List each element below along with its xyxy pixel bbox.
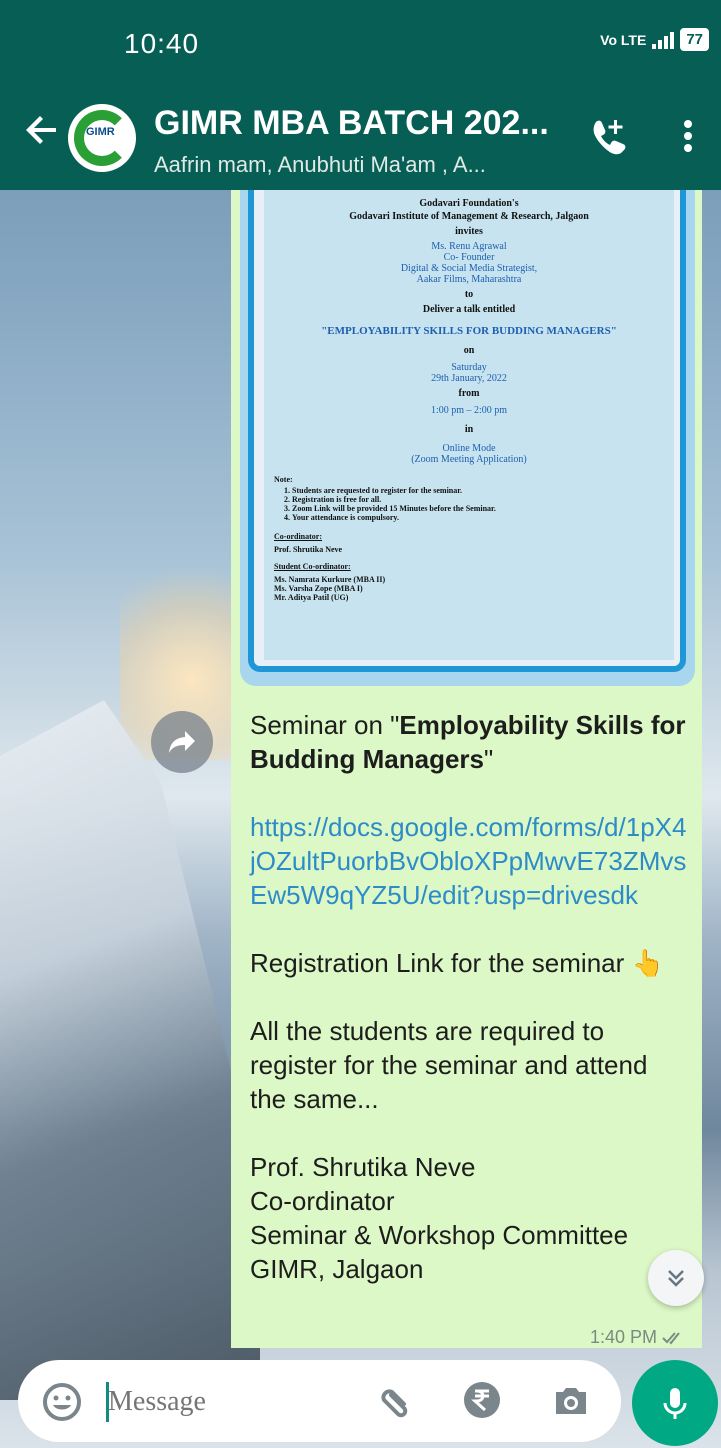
status-bar: 10:40 Vo LTE 77 <box>0 0 721 92</box>
camera-icon[interactable] <box>548 1378 594 1424</box>
emoji-icon[interactable] <box>40 1380 84 1424</box>
poster-note: Registration is free for all. <box>292 495 664 504</box>
poster-org: Godavari Foundation's <box>419 198 519 209</box>
poster-day: Saturday <box>451 362 487 373</box>
double-check-icon <box>662 1332 680 1345</box>
signature-place: GIMR, Jalgaon <box>250 1254 424 1284</box>
back-arrow-icon[interactable] <box>22 110 62 150</box>
poster-speaker-org: Aakar Films, Maharashtra <box>416 274 522 285</box>
message-text: Seminar on "Employability Skills for Bud… <box>250 708 690 1286</box>
scroll-down-button[interactable] <box>648 1250 704 1306</box>
poster-note: Zoom Link will be provided 15 Minutes be… <box>292 504 664 513</box>
poster-date: 29th January, 2022 <box>431 373 507 384</box>
poster-student-coordinator: Mr. Aditya Patil (UG) <box>274 593 349 602</box>
double-chevron-down-icon <box>668 1270 684 1287</box>
poster-time-range: 1:00 pm – 2:00 pm <box>430 405 508 416</box>
rupee-payment-icon[interactable] <box>460 1378 504 1422</box>
registration-line: Registration Link for the seminar 👆 <box>250 948 664 978</box>
signature-role: Co-ordinator <box>250 1186 395 1216</box>
call-add-icon[interactable] <box>584 112 632 160</box>
forward-icon <box>169 731 195 753</box>
poster-institute: Godavari Institute of Management & Resea… <box>349 211 589 222</box>
poster-coordinator: Prof. Shrutika Neve <box>274 545 343 554</box>
poster-from: from <box>458 388 480 399</box>
seminar-suffix: " <box>484 744 494 774</box>
gimr-logo-icon <box>74 110 130 166</box>
poster-mode: Online Mode <box>442 443 496 454</box>
chat-header: GIMR GIMR MBA BATCH 202... Aafrin mam, A… <box>0 92 721 190</box>
attach-icon[interactable] <box>374 1378 418 1422</box>
signature-committee: Seminar & Workshop Committee <box>250 1220 629 1250</box>
poster-student-coord-label: Student Co-ordinator: <box>274 562 351 571</box>
chat-participants[interactable]: Aafrin mam, Anubhuti Ma'am , A... <box>154 152 486 178</box>
poster-in: in <box>464 424 474 435</box>
poster-notes: Students are requested to register for t… <box>292 486 664 522</box>
message-composer <box>18 1360 621 1442</box>
signal-icon <box>652 31 675 49</box>
seminar-prefix: Seminar on " <box>250 710 400 740</box>
battery-icon: 77 <box>680 28 709 51</box>
wallpaper-mountain <box>0 700 260 1400</box>
message-input[interactable] <box>106 1374 360 1430</box>
seminar-line: Seminar on "Employability Skills for Bud… <box>250 708 690 776</box>
poster-deliver: Deliver a talk entitled <box>422 304 516 315</box>
poster-speaker: Ms. Renu Agrawal <box>431 241 507 252</box>
instruction-line: All the students are required to registe… <box>250 1016 648 1114</box>
avatar-text: GIMR <box>86 126 115 138</box>
poster-note: Students are requested to register for t… <box>292 486 664 495</box>
mic-button[interactable] <box>632 1360 718 1446</box>
poster-platform: (Zoom Meeting Application) <box>411 454 527 465</box>
poster-image[interactable]: Godavari Foundation's Godavari Institute… <box>248 190 686 672</box>
poster-student-coordinator: Ms. Namrata Kurkure (MBA II) <box>274 575 386 584</box>
poster-note-label: Note: <box>274 475 293 484</box>
mic-icon <box>663 1388 687 1419</box>
poster-speaker-role1: Co- Founder <box>443 252 495 263</box>
registration-link[interactable]: https://docs.google.com/forms/d/1pX4jOZu… <box>250 810 690 912</box>
seminar-poster: Godavari Foundation's Godavari Institute… <box>264 190 674 660</box>
group-avatar[interactable]: GIMR <box>68 104 136 172</box>
poster-invites: invites <box>455 226 483 237</box>
poster-student-coordinator: Ms. Varsha Zope (MBA I) <box>274 584 363 593</box>
poster-image-frame[interactable]: Godavari Foundation's Godavari Institute… <box>240 190 695 686</box>
poster-topic: "EMPLOYABILITY SKILLS FOR BUDDING MANAGE… <box>321 325 617 337</box>
more-vert-icon[interactable] <box>676 116 700 164</box>
poster-coordinator-label: Co-ordinator: <box>274 532 322 541</box>
poster-note: Your attendance is compulsory. <box>292 513 664 522</box>
poster-speaker-role2: Digital & Social Media Strategist, <box>400 263 538 274</box>
system-icons: Vo LTE 77 <box>600 28 709 51</box>
chat-title[interactable]: GIMR MBA BATCH 202... <box>154 104 549 143</box>
volte-icon: Vo LTE <box>600 31 647 48</box>
message-time: 1:40 PM <box>590 1327 684 1348</box>
forward-button[interactable] <box>151 711 213 773</box>
poster-to: to <box>464 289 474 300</box>
message-bubble[interactable]: Godavari Foundation's Godavari Institute… <box>231 190 702 1348</box>
poster-on: on <box>463 345 475 356</box>
message-time-text: 1:40 PM <box>589 1327 657 1347</box>
status-time: 10:40 <box>124 28 200 59</box>
signature-name: Prof. Shrutika Neve <box>250 1152 476 1182</box>
